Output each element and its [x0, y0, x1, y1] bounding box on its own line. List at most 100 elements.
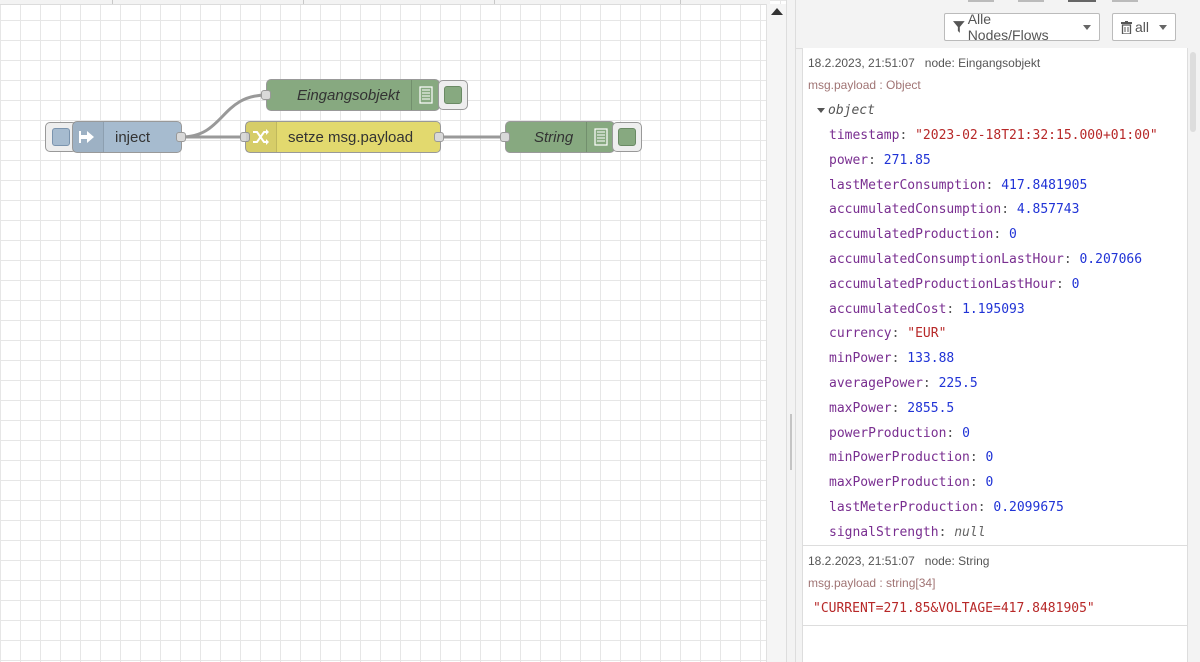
- property-key: signalStrength: [829, 524, 939, 540]
- property-key: power: [829, 152, 869, 168]
- debug-node-eingangsobjekt[interactable]: Eingangsobjekt: [261, 79, 440, 111]
- change-node[interactable]: setze msg.payload: [240, 121, 444, 153]
- debug-message-list[interactable]: 18.2.2023, 21:51:07 node: Eingangsobjekt …: [802, 48, 1188, 662]
- change-output-port[interactable]: [434, 132, 444, 142]
- chevron-down-icon: [1083, 24, 1091, 30]
- object-property-row: minPowerProduction: 0: [829, 450, 994, 466]
- property-key: maxPowerProduction: [829, 475, 970, 491]
- object-property-row: averagePower: 225.5: [829, 376, 978, 391]
- object-property-row: accumulatedCost: 1.195093: [829, 301, 1025, 317]
- inject-node-label: inject: [115, 128, 151, 146]
- message-node[interactable]: node: String: [925, 554, 990, 568]
- filter-label: Alle Nodes/Flows: [967, 11, 1049, 43]
- property-key: lastMeterProduction: [829, 500, 978, 515]
- object-property-row: accumulatedConsumptionLastHour: 0.207066: [829, 252, 1143, 267]
- debug-toolbar: Alle Nodes/Flows all: [796, 4, 1200, 49]
- property-value[interactable]: 4.857743: [1017, 202, 1080, 217]
- property-value[interactable]: 225.5: [939, 376, 978, 391]
- eingangsobjekt-input-port[interactable]: [261, 90, 271, 100]
- object-property-row: lastMeterConsumption: 417.8481905: [829, 177, 1088, 193]
- inject-node[interactable]: inject: [72, 121, 186, 153]
- object-property-row: maxPowerProduction: 0: [829, 475, 994, 491]
- inject-output-port[interactable]: [176, 132, 186, 142]
- sidebar-scrollbar[interactable]: [1188, 48, 1200, 662]
- scroll-up-arrow-icon[interactable]: [771, 8, 783, 15]
- message-topic: msg.payload : Object: [808, 78, 921, 92]
- message-date: 18.2.2023, 21:51:07: [808, 56, 915, 70]
- eingangsobjekt-label: Eingangsobjekt: [297, 86, 400, 104]
- chevron-down-icon: [1159, 24, 1167, 30]
- flow-workspace[interactable]: inject Eingangsobjekt setze msg.payload: [0, 0, 786, 662]
- shuffle-icon: [246, 122, 277, 152]
- object-property-row: minPower: 133.88: [829, 351, 955, 367]
- clear-messages-button[interactable]: all: [1112, 13, 1176, 41]
- message-node[interactable]: node: Eingangsobjekt: [925, 56, 1040, 70]
- property-key: minPowerProduction: [829, 450, 970, 466]
- eingangsobjekt-debug-toggle[interactable]: [438, 80, 468, 110]
- property-key: accumulatedProductionLastHour: [829, 276, 1056, 292]
- object-property-row: lastMeterProduction: 0.2099675: [829, 500, 1064, 515]
- debug-node-string[interactable]: String: [500, 121, 615, 153]
- message-meta: 18.2.2023, 21:51:07 node: Eingangsobjekt: [808, 56, 1040, 70]
- debug-message[interactable]: 18.2.2023, 21:51:07 node: String msg.payl…: [803, 546, 1187, 626]
- property-value[interactable]: 0.207066: [1079, 252, 1142, 267]
- object-property-row: accumulatedProductionLastHour: 0: [829, 276, 1080, 292]
- property-value[interactable]: null: [954, 525, 985, 540]
- object-property-row: accumulatedProduction: 0: [829, 227, 1017, 243]
- property-value[interactable]: 0.2099675: [993, 500, 1063, 515]
- arrow-in-icon: [73, 122, 104, 152]
- property-key: accumulatedCost: [829, 301, 947, 317]
- filter-icon: [953, 21, 965, 33]
- property-key: accumulatedProduction: [829, 227, 994, 243]
- message-topic: msg.payload : string[34]: [808, 576, 936, 590]
- property-value[interactable]: 0: [962, 426, 970, 441]
- string-debug-toggle[interactable]: [612, 122, 642, 152]
- filter-nodes-button[interactable]: Alle Nodes/Flows: [944, 11, 1100, 43]
- splitter-grip[interactable]: [790, 414, 792, 470]
- property-key: accumulatedConsumption: [829, 202, 1002, 218]
- sidebar-scrollbar-thumb[interactable]: [1190, 52, 1196, 132]
- workspace-scrollbar[interactable]: [766, 4, 786, 662]
- property-value[interactable]: 2855.5: [907, 401, 954, 416]
- property-key: currency: [829, 326, 892, 342]
- message-meta: 18.2.2023, 21:51:07 node: String: [808, 554, 989, 568]
- property-value[interactable]: 271.85: [884, 153, 931, 168]
- object-property-row: currency: "EUR": [829, 326, 947, 342]
- object-property-row: power: 271.85: [829, 152, 931, 168]
- string-node-label: String: [534, 128, 574, 146]
- property-value[interactable]: "EUR": [907, 326, 946, 341]
- property-key: averagePower: [829, 376, 923, 391]
- property-value[interactable]: 0: [986, 475, 994, 490]
- list-icon: [586, 122, 615, 152]
- object-property-row: timestamp: "2023-02-18T21:32:15.000+01:0…: [829, 128, 1158, 143]
- object-property-row: powerProduction: 0: [829, 425, 970, 441]
- property-key: minPower: [829, 351, 892, 367]
- sidebar-splitter[interactable]: [786, 0, 796, 662]
- debug-sidebar: Alle Nodes/Flows all 18.2.2023, 21:51:07…: [796, 0, 1200, 662]
- property-value[interactable]: 0: [1072, 277, 1080, 292]
- property-value[interactable]: 0: [986, 450, 994, 465]
- trash-icon: [1121, 20, 1132, 34]
- object-property-row: signalStrength: null: [829, 524, 986, 540]
- object-property-row: maxPower: 2855.5: [829, 400, 955, 416]
- property-value[interactable]: 417.8481905: [1001, 178, 1087, 193]
- message-date: 18.2.2023, 21:51:07: [808, 554, 915, 568]
- property-key: timestamp: [829, 128, 900, 143]
- property-key: powerProduction: [829, 425, 947, 441]
- debug-message[interactable]: 18.2.2023, 21:51:07 node: Eingangsobjekt …: [803, 48, 1187, 546]
- object-type-label: object: [828, 103, 875, 118]
- object-expander[interactable]: object: [817, 103, 875, 118]
- property-value[interactable]: 133.88: [907, 351, 954, 366]
- triangle-down-icon: [817, 108, 825, 113]
- string-input-port[interactable]: [500, 132, 510, 142]
- change-node-label: setze msg.payload: [288, 128, 414, 146]
- clear-label: all: [1134, 19, 1149, 35]
- property-value[interactable]: 0: [1009, 227, 1017, 242]
- property-key: lastMeterConsumption: [829, 177, 986, 193]
- property-key: maxPower: [829, 400, 892, 416]
- property-value[interactable]: 1.195093: [962, 302, 1025, 317]
- property-key: accumulatedConsumptionLastHour: [829, 252, 1064, 267]
- list-icon: [411, 80, 440, 110]
- property-value[interactable]: "2023-02-18T21:32:15.000+01:00": [915, 128, 1158, 143]
- object-property-row: accumulatedConsumption: 4.857743: [829, 202, 1080, 218]
